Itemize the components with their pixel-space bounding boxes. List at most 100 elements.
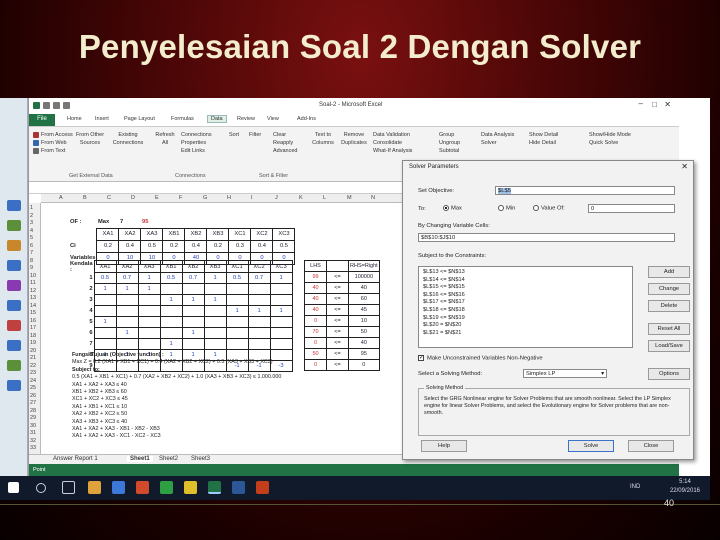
desktop-icon[interactable]: [7, 260, 21, 271]
text-to-columns-button[interactable]: Text to Columns: [309, 131, 337, 147]
row-header[interactable]: 32: [30, 438, 36, 444]
coefficient-cell[interactable]: [115, 338, 139, 350]
rhs-cell[interactable]: 40: [348, 282, 380, 294]
close-icon[interactable]: ✕: [681, 162, 688, 171]
sheet-tab-sheet2[interactable]: Sheet2: [159, 456, 178, 462]
tab-page-layout[interactable]: Page Layout: [124, 116, 155, 122]
coefficient-cell[interactable]: [269, 294, 293, 306]
coefficient-cell[interactable]: 0.7: [181, 272, 205, 284]
existing-connections-button[interactable]: Existing Connections: [111, 131, 145, 147]
clock[interactable]: 5:14 22/09/2016: [670, 478, 700, 496]
desktop-icon[interactable]: [7, 340, 21, 351]
undo-icon[interactable]: [53, 102, 60, 109]
desktop-icon[interactable]: [7, 240, 21, 251]
ci-cell[interactable]: 0.5: [272, 239, 296, 253]
row-header[interactable]: 2: [30, 213, 33, 219]
tab-review[interactable]: Review: [237, 116, 255, 122]
column-header[interactable]: B: [83, 195, 87, 201]
coefficient-cell[interactable]: [159, 316, 183, 328]
coefficient-cell[interactable]: 1: [159, 294, 183, 306]
solver-button[interactable]: Solver: [481, 139, 514, 147]
coefficient-cell[interactable]: 1: [93, 283, 117, 295]
coefficient-cell[interactable]: [93, 294, 117, 306]
coefficient-cell[interactable]: 1: [269, 305, 293, 317]
edge-icon[interactable]: [112, 481, 125, 494]
column-header[interactable]: J: [275, 195, 278, 201]
desktop-icon[interactable]: [7, 200, 21, 211]
rhs-cell[interactable]: 70: [304, 326, 327, 338]
operator-cell[interactable]: <=: [326, 337, 349, 349]
coefficient-cell[interactable]: [247, 316, 271, 328]
tab-data[interactable]: Data: [207, 115, 227, 123]
rhs-cell[interactable]: 0: [304, 315, 327, 327]
advanced-button[interactable]: Advanced: [273, 147, 297, 155]
row-header[interactable]: 15: [30, 310, 36, 316]
column-header[interactable]: E: [155, 195, 159, 201]
rhs-cell[interactable]: 40: [304, 282, 327, 294]
operator-cell[interactable]: <=: [326, 326, 349, 338]
clear-button[interactable]: Clear: [273, 131, 297, 139]
row-header[interactable]: 23: [30, 370, 36, 376]
column-header[interactable]: F: [179, 195, 182, 201]
ci-cell[interactable]: 0.4: [118, 239, 142, 253]
constraint-item[interactable]: $L$18 <= $N$18: [423, 307, 628, 315]
show-detail-button[interactable]: Show Detail: [529, 131, 558, 139]
column-header[interactable]: N: [371, 195, 375, 201]
coefficient-cell[interactable]: 1: [203, 272, 227, 284]
constraint-item[interactable]: $L$21 = $N$21: [423, 330, 628, 338]
filter-button[interactable]: Filter: [249, 131, 261, 139]
word-icon[interactable]: [232, 481, 245, 494]
coefficient-cell[interactable]: [93, 305, 117, 317]
column-header[interactable]: A: [59, 195, 63, 201]
edit-links-button[interactable]: Edit Links: [181, 147, 212, 155]
coefficient-cell[interactable]: [137, 316, 161, 328]
ci-cell[interactable]: 0.5: [140, 239, 164, 253]
tab-view[interactable]: View: [267, 116, 279, 122]
rhs-cell[interactable]: 95: [348, 348, 380, 360]
data-validation-button[interactable]: Data Validation: [373, 131, 412, 139]
subtotal-button[interactable]: Subtotal: [439, 147, 460, 155]
coefficient-cell[interactable]: 1: [159, 338, 183, 350]
rhs-cell[interactable]: 99: [304, 271, 327, 283]
task-view-icon[interactable]: [62, 481, 75, 494]
from-web-button[interactable]: From Web: [33, 139, 73, 147]
solve-button[interactable]: Solve: [568, 440, 614, 452]
rhs-cell[interactable]: 40: [304, 304, 327, 316]
row-header[interactable]: 1: [30, 205, 33, 211]
coefficient-cell[interactable]: [115, 316, 139, 328]
coefficient-cell[interactable]: 0.5: [93, 272, 117, 284]
file-explorer-icon[interactable]: [88, 481, 101, 494]
coefficient-cell[interactable]: [115, 305, 139, 317]
sheet-tab-answer[interactable]: Answer Report 1: [53, 456, 98, 462]
coefficient-cell[interactable]: [203, 305, 227, 317]
rhs-cell[interactable]: 100000: [348, 271, 380, 283]
row-header[interactable]: 11: [30, 280, 36, 286]
ci-cell[interactable]: 0.2: [96, 239, 120, 253]
tab-formulas[interactable]: Formulas: [171, 116, 194, 122]
save-icon[interactable]: [43, 102, 50, 109]
rhs-cell[interactable]: 50: [348, 326, 380, 338]
refresh-all-button[interactable]: Refresh All: [153, 131, 177, 147]
row-header[interactable]: 20: [30, 348, 36, 354]
sort-button[interactable]: Sort: [229, 131, 239, 139]
desktop-icon[interactable]: [7, 280, 21, 291]
row-header[interactable]: 26: [30, 393, 36, 399]
tab-add-ins[interactable]: Add-Ins: [297, 116, 316, 122]
rhs-cell[interactable]: 0: [348, 359, 380, 371]
sheet-tab-sheet3[interactable]: Sheet3: [191, 456, 210, 462]
constraint-item[interactable]: $L$17 <= $N$17: [423, 299, 628, 307]
row-header[interactable]: 7: [30, 250, 33, 256]
ci-cell[interactable]: 0.4: [184, 239, 208, 253]
coefficient-cell[interactable]: 1: [137, 272, 161, 284]
coefficient-cell[interactable]: [269, 338, 293, 350]
desktop-icon[interactable]: [7, 320, 21, 331]
column-header[interactable]: H: [227, 195, 231, 201]
coefficient-cell[interactable]: [137, 294, 161, 306]
row-header[interactable]: 16: [30, 318, 36, 324]
coefficient-cell[interactable]: [181, 338, 205, 350]
constraint-item[interactable]: $L$20 = $N$20: [423, 322, 628, 330]
consolidate-button[interactable]: Consolidate: [373, 139, 412, 147]
operator-cell[interactable]: <=: [326, 304, 349, 316]
row-header[interactable]: 33: [30, 445, 36, 451]
coefficient-cell[interactable]: 0.7: [115, 272, 139, 284]
